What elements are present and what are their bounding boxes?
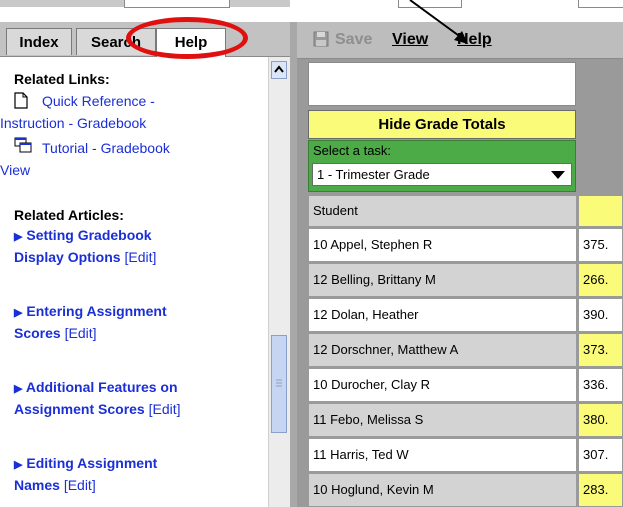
table-row[interactable]: 12 Belling, Brittany M 266. <box>308 263 623 297</box>
table-row[interactable]: 10 Appel, Stephen R 375. <box>308 228 623 262</box>
header-blank-area <box>308 62 576 106</box>
table-row[interactable]: 11 Febo, Melissa S 380. <box>308 403 623 437</box>
annotation-arrow-icon <box>409 0 468 44</box>
link-quick-reference-line2[interactable]: Instruction - Gradebook <box>0 112 146 134</box>
triangle-right-icon: ▶ <box>14 231 23 243</box>
table-row[interactable]: 11 Harris, Ted W 307. <box>308 438 623 472</box>
article-editing-names[interactable]: ▶ Editing Assignment Names [Edit] <box>14 453 157 495</box>
student-name: 12 Dorschner, Matthew A <box>308 333 577 367</box>
article-title-line1[interactable]: Editing Assignment <box>26 455 157 471</box>
table-row[interactable]: 12 Dolan, Heather 390. <box>308 298 623 332</box>
task-selector-panel: Select a task: 1 - Trimester Grade <box>308 140 576 192</box>
article-title-line2[interactable]: Scores <box>14 325 61 341</box>
student-name: 12 Dolan, Heather <box>308 298 577 332</box>
student-name: 10 Appel, Stephen R <box>308 228 577 262</box>
top-field-left <box>124 0 230 8</box>
score-column-header[interactable] <box>578 195 623 227</box>
edit-link[interactable]: [Edit] <box>124 249 156 265</box>
related-links-heading: Related Links: <box>14 71 110 87</box>
link-tutorial-line2[interactable]: View <box>0 159 30 181</box>
edit-link[interactable]: [Edit] <box>149 401 181 417</box>
article-title-line2[interactable]: Assignment Scores <box>14 401 145 417</box>
help-content: Related Links: Quick Reference - Instruc… <box>0 57 268 507</box>
student-score[interactable]: 336. <box>578 368 623 402</box>
task-select-value: 1 - Trimester Grade <box>317 167 430 182</box>
student-score[interactable]: 373. <box>578 333 623 367</box>
article-title-line1[interactable]: Additional Features on <box>26 379 178 395</box>
document-icon <box>14 92 28 109</box>
article-entering-scores[interactable]: ▶ Entering Assignment Scores [Edit] <box>14 301 167 343</box>
table-row[interactable]: 12 Dorschner, Matthew A 373. <box>308 333 623 367</box>
windows-icon <box>14 137 32 153</box>
tab-index[interactable]: Index <box>6 28 72 55</box>
student-score[interactable]: 283. <box>578 473 623 507</box>
student-name: 11 Febo, Melissa S <box>308 403 577 437</box>
table-row[interactable]: 10 Hoglund, Kevin M 283. <box>308 473 623 507</box>
annotation-circle <box>126 17 248 59</box>
triangle-right-icon: ▶ <box>14 383 23 395</box>
article-display-options[interactable]: ▶ Setting Gradebook Display Options [Edi… <box>14 225 156 267</box>
table-row[interactable]: 10 Durocher, Clay R 336. <box>308 368 623 402</box>
task-select[interactable]: 1 - Trimester Grade <box>312 163 572 186</box>
edit-link[interactable]: [Edit] <box>64 477 96 493</box>
related-articles-heading: Related Articles: <box>14 207 124 223</box>
student-score[interactable]: 380. <box>578 403 623 437</box>
dropdown-arrow-icon <box>551 171 565 179</box>
top-strip <box>0 0 623 22</box>
student-score[interactable]: 390. <box>578 298 623 332</box>
scroll-up-button[interactable] <box>271 61 287 79</box>
student-score[interactable]: 266. <box>578 263 623 297</box>
link-quick-reference-line1[interactable]: Quick Reference - <box>42 90 155 112</box>
save-icon <box>313 31 329 47</box>
scroll-thumb[interactable] <box>271 335 287 433</box>
grip-icon <box>276 379 282 387</box>
student-score[interactable]: 375. <box>578 228 623 262</box>
student-column-header[interactable]: Student <box>308 195 577 227</box>
save-button[interactable]: Save <box>335 31 372 49</box>
article-title-line1[interactable]: Entering Assignment <box>26 303 166 319</box>
triangle-right-icon: ▶ <box>14 459 23 471</box>
article-title-line2[interactable]: Display Options <box>14 249 121 265</box>
hide-grade-totals-button[interactable]: Hide Grade Totals <box>308 110 576 139</box>
student-name: 11 Harris, Ted W <box>308 438 577 472</box>
help-scrollbar[interactable] <box>268 57 290 507</box>
student-name: 10 Hoglund, Kevin M <box>308 473 577 507</box>
top-field-right <box>578 0 623 8</box>
link-tutorial-line1[interactable]: Tutorial - Gradebook <box>42 137 170 159</box>
article-additional-features[interactable]: ▶ Additional Features on Assignment Scor… <box>14 377 181 419</box>
triangle-right-icon: ▶ <box>14 307 23 319</box>
task-label: Select a task: <box>313 143 392 158</box>
pane-divider[interactable] <box>290 22 297 507</box>
student-name: 12 Belling, Brittany M <box>308 263 577 297</box>
edit-link[interactable]: [Edit] <box>65 325 97 341</box>
student-name: 10 Durocher, Clay R <box>308 368 577 402</box>
article-title-line2[interactable]: Names <box>14 477 60 493</box>
student-score[interactable]: 307. <box>578 438 623 472</box>
article-title-line1[interactable]: Setting Gradebook <box>26 227 151 243</box>
chevron-up-icon <box>274 65 284 73</box>
